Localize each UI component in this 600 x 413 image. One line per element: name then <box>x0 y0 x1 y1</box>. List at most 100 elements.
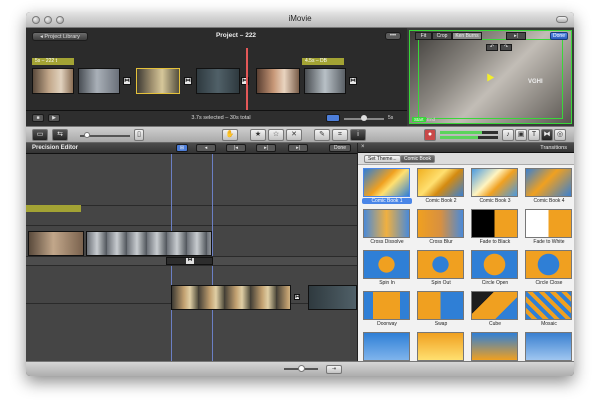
previous-clip-button[interactable]: |◂ <box>226 144 246 152</box>
image-watermark: VGHI <box>528 79 543 85</box>
project-clip[interactable] <box>32 68 74 94</box>
favorite-star-icon[interactable]: ★ <box>250 129 266 141</box>
precision-done-button[interactable]: Done <box>329 144 351 152</box>
transition-label: Comic Book 1 <box>362 198 412 204</box>
transition-thumbnail[interactable] <box>471 168 518 197</box>
crop-button[interactable]: Crop <box>432 32 452 40</box>
crop-icon[interactable]: ⌗ <box>332 129 348 141</box>
event-library-icon[interactable]: ▭ <box>32 129 48 141</box>
reject-icon[interactable]: ✕ <box>286 129 302 141</box>
selected-project-clip[interactable] <box>136 68 180 94</box>
precision-editor: Precision Editor ⊞ ◂ |◂ ▸| ▸| Done ⧓ ⧓ <box>26 143 357 361</box>
transition-thumbnail[interactable] <box>363 332 410 361</box>
viewer-toolbar: Fit Crop Ken Burns ▸| Done <box>410 31 571 41</box>
transitions-tabs: Set Theme... Comic Book <box>358 153 574 165</box>
project-library-button[interactable]: ◂ Project Library <box>32 32 88 41</box>
play-button[interactable]: ▶ <box>48 114 60 122</box>
transitions-icon[interactable]: ⧓ <box>541 129 553 141</box>
audio-waveform-button[interactable] <box>326 114 340 122</box>
project-zoom-knob[interactable] <box>361 115 367 121</box>
play-edit-button[interactable]: ▸| <box>288 144 308 152</box>
zoom-fit-button[interactable]: ⇥ <box>326 365 342 374</box>
ken-burns-button[interactable]: Ken Burns <box>452 32 482 40</box>
transition-thumbnail[interactable] <box>417 250 464 279</box>
start-label: Start <box>412 117 426 122</box>
hand-icon[interactable]: ✋ <box>222 129 238 141</box>
transition-thumbnail[interactable] <box>417 291 464 320</box>
transition-thumbnail[interactable] <box>525 168 572 197</box>
transition-block-icon[interactable]: ⧓ <box>186 258 194 264</box>
music-icon[interactable]: ♪ <box>502 129 514 141</box>
transition-label: Fade to Black <box>479 239 511 245</box>
unmark-star-icon[interactable]: ☆ <box>268 129 284 141</box>
comic-book-tab[interactable]: Comic Book <box>400 155 435 163</box>
end-label: End <box>427 117 436 122</box>
transition-thumbnail[interactable] <box>417 209 464 238</box>
transition-label: Comic Book 4 <box>533 198 565 204</box>
viewer-done-button[interactable]: Done <box>550 32 568 40</box>
frames-icon[interactable]: ▯ <box>134 129 144 141</box>
transition-thumbnail[interactable] <box>525 209 572 238</box>
next-clip[interactable] <box>308 285 357 310</box>
transition-thumbnail[interactable] <box>471 291 518 320</box>
set-theme-tab[interactable]: Set Theme... <box>364 155 401 163</box>
transition-thumbnail[interactable] <box>471 209 518 238</box>
photos-icon[interactable]: ▣ <box>515 129 527 141</box>
transition-thumbnail[interactable] <box>363 168 410 197</box>
transition-label: Doorway <box>377 321 397 327</box>
incoming-clip[interactable] <box>171 285 291 310</box>
transition-thumbnail[interactable] <box>363 209 410 238</box>
title-clip-tag[interactable]: 4.5s – DB <box>302 58 344 65</box>
transition-thumbnail[interactable] <box>471 250 518 279</box>
fit-button[interactable]: Fit <box>415 32 432 40</box>
rotate-right-icon[interactable]: ↷ <box>500 44 512 51</box>
main-toolbar: ▭ ⇆ ▯ ✋ ★ ☆ ✕ ✎ ⌗ i ● ♪ ▣ T ⧓ ◎ <box>26 126 574 143</box>
transitions-browser: × Transitions Set Theme... Comic Book Co… <box>357 143 574 361</box>
titles-icon[interactable]: T <box>528 129 540 141</box>
info-icon[interactable]: i <box>350 129 366 141</box>
transition-label: Comic Book 2 <box>425 198 457 204</box>
outgoing-clip-extended[interactable] <box>86 231 212 256</box>
transition-thumbnail[interactable] <box>471 332 518 361</box>
transition-label: Comic Book 3 <box>479 198 511 204</box>
maps-icon[interactable]: ◎ <box>554 129 566 141</box>
close-icon[interactable]: × <box>361 144 365 150</box>
play-fullscreen-button[interactable]: ■ <box>32 114 44 122</box>
project-clip[interactable] <box>196 68 240 94</box>
play-clip-button[interactable]: ▸| <box>506 32 526 40</box>
transition-icon[interactable]: ⧓ <box>184 77 192 85</box>
transition-label: Cross Dissolve <box>370 239 404 245</box>
transition-marker[interactable]: ⧓ <box>294 294 300 300</box>
transition-thumbnail[interactable] <box>417 168 464 197</box>
voiceover-icon[interactable]: ● <box>424 129 436 141</box>
project-clip[interactable] <box>78 68 120 94</box>
transition-thumbnail[interactable] <box>525 332 572 361</box>
swap-events-icon[interactable]: ⇆ <box>52 129 68 141</box>
show-audio-button[interactable]: ⊞ <box>176 144 188 152</box>
transition-icon[interactable]: ⧓ <box>123 77 131 85</box>
title-clip-tag[interactable]: 5s – 222 t <box>32 58 74 65</box>
project-clip[interactable] <box>256 68 300 94</box>
transition-label: Cube <box>489 321 501 327</box>
clip-size-knob[interactable] <box>298 365 305 372</box>
transitions-header: × Transitions <box>358 143 574 153</box>
rotate-left-icon[interactable]: ↶ <box>486 44 498 51</box>
keyword-wand-icon[interactable]: ✎ <box>314 129 330 141</box>
transition-thumbnail[interactable] <box>525 250 572 279</box>
transition-thumbnail[interactable] <box>525 291 572 320</box>
toolbar-toggle-button[interactable] <box>556 16 568 23</box>
title-bar: iMovie <box>26 12 574 28</box>
transition-thumbnail[interactable] <box>363 291 410 320</box>
next-clip-button[interactable]: ▸| <box>256 144 276 152</box>
project-clip[interactable] <box>304 68 346 94</box>
selection-status: 3.7s selected – 30s total <box>191 115 251 121</box>
title-clip[interactable] <box>26 205 81 212</box>
transition-icon[interactable]: ⧓ <box>349 77 357 85</box>
outgoing-clip[interactable] <box>28 231 84 256</box>
previous-edit-button[interactable]: ◂ <box>196 144 216 152</box>
transition-thumbnail[interactable] <box>417 332 464 361</box>
viewer[interactable]: Fit Crop Ken Burns ▸| Done ↶ ↷ VGHI Star… <box>409 30 572 124</box>
project-options-button[interactable]: ••• <box>385 32 401 40</box>
thumbnail-size-knob[interactable] <box>84 132 90 138</box>
transition-thumbnail[interactable] <box>363 250 410 279</box>
